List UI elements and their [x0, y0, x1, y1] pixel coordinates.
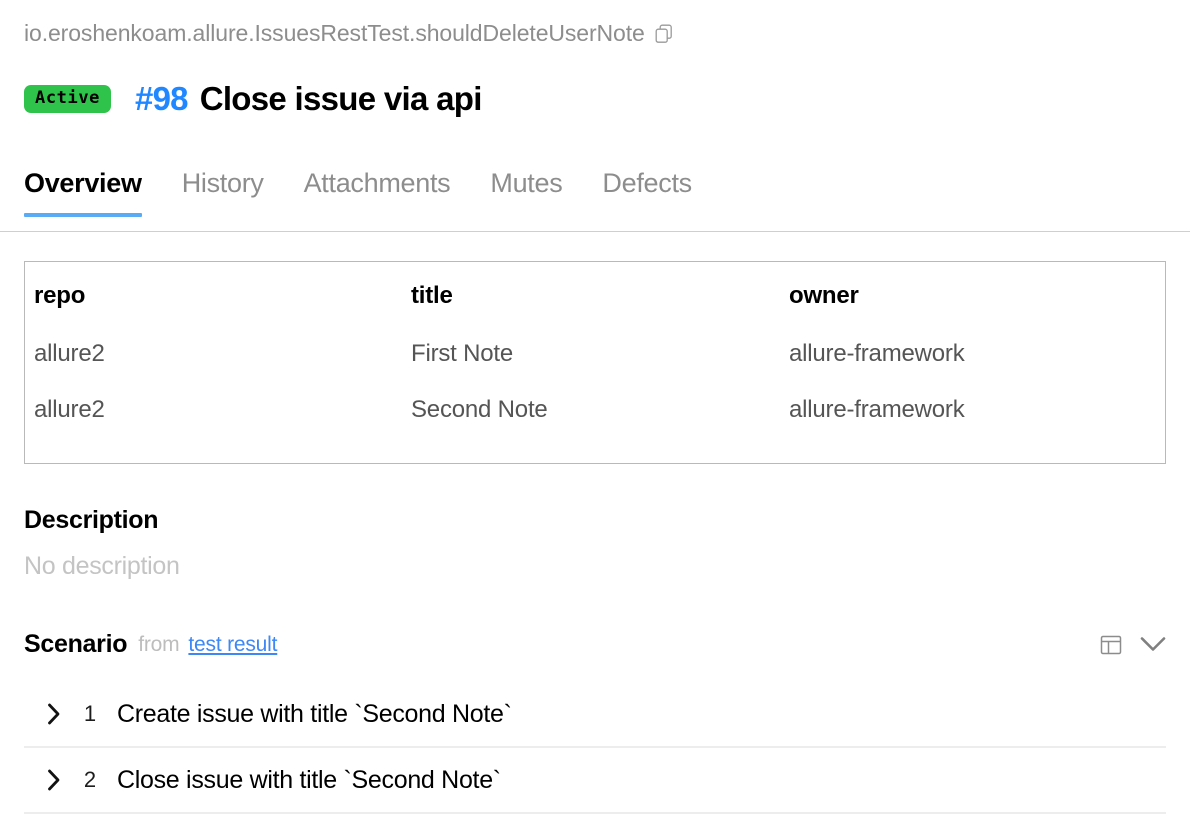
tab-history[interactable]: History — [182, 168, 264, 217]
step-number: 2 — [83, 767, 97, 792]
scenario-from-label: from — [138, 632, 180, 656]
page-title-row: Active #98 Close issue via api — [24, 76, 482, 122]
tab-attachments[interactable]: Attachments — [304, 168, 451, 217]
scenario-step-row[interactable]: 1 Create issue with title `Second Note` — [24, 682, 1166, 748]
chevron-down-icon[interactable] — [1140, 636, 1166, 653]
step-number: 1 — [83, 701, 97, 726]
breadcrumb-path: io.eroshenkoam.allure.IssuesRestTest.sho… — [24, 20, 645, 46]
copy-icon[interactable] — [655, 24, 673, 44]
step-name: Close issue with title `Second Note` — [117, 765, 501, 794]
issue-number[interactable]: #98 — [135, 80, 188, 118]
page-title: Close issue via api — [199, 80, 483, 117]
chevron-right-icon[interactable] — [43, 769, 65, 791]
table-body: allure2 First Note allure-framework allu… — [25, 326, 1165, 438]
step-name: Create issue with title `Second Note` — [117, 699, 512, 728]
scenario-actions — [1100, 634, 1166, 656]
tab-mutes[interactable]: Mutes — [490, 168, 562, 217]
column-header-repo: repo — [34, 282, 86, 309]
tab-divider — [0, 231, 1190, 232]
description-empty-text: No description — [24, 552, 180, 580]
test-case-page: io.eroshenkoam.allure.IssuesRestTest.sho… — [0, 0, 1190, 828]
scenario-steps: 1 Create issue with title `Second Note` … — [24, 682, 1166, 814]
scenario-source-link[interactable]: test result — [188, 633, 277, 657]
description-section: Description No description — [24, 506, 180, 581]
description-heading: Description — [24, 506, 159, 534]
cell-owner: allure-framework — [789, 396, 965, 423]
cell-repo: allure2 — [34, 396, 105, 423]
column-header-title: title — [411, 282, 453, 309]
issue-links-table: repo title owner allure2 First Note allu… — [24, 261, 1166, 464]
cell-title: Second Note — [411, 396, 548, 423]
cell-owner: allure-framework — [789, 340, 965, 367]
scenario-heading: Scenario — [24, 630, 128, 658]
copy-icon-svg — [655, 24, 672, 43]
table-header-row: repo title owner — [25, 262, 1165, 326]
table-row: allure2 Second Note allure-framework — [25, 382, 1165, 438]
table-head: repo title owner — [25, 262, 1165, 326]
layout-panel-icon-svg — [1100, 635, 1122, 654]
chevron-right-icon[interactable] — [43, 703, 65, 725]
column-header-owner: owner — [789, 282, 859, 309]
table: repo title owner allure2 First Note allu… — [25, 262, 1165, 438]
cell-title: First Note — [411, 340, 514, 367]
status-badge: Active — [24, 85, 112, 113]
tab-defects[interactable]: Defects — [602, 168, 692, 217]
chevron-right-icon-svg — [48, 703, 60, 725]
chevron-right-icon-svg — [48, 769, 60, 791]
tab-bar: Overview History Attachments Mutes Defec… — [24, 168, 1190, 217]
table-row: allure2 First Note allure-framework — [25, 326, 1165, 382]
breadcrumb: io.eroshenkoam.allure.IssuesRestTest.sho… — [24, 20, 673, 47]
scenario-step-row[interactable]: 2 Close issue with title `Second Note` — [24, 748, 1166, 814]
scenario-header: Scenario from test result — [24, 630, 1166, 659]
chevron-down-icon-svg — [1140, 637, 1166, 651]
cell-repo: allure2 — [34, 340, 105, 367]
tab-overview[interactable]: Overview — [24, 168, 142, 217]
layout-panel-icon[interactable] — [1100, 634, 1122, 656]
